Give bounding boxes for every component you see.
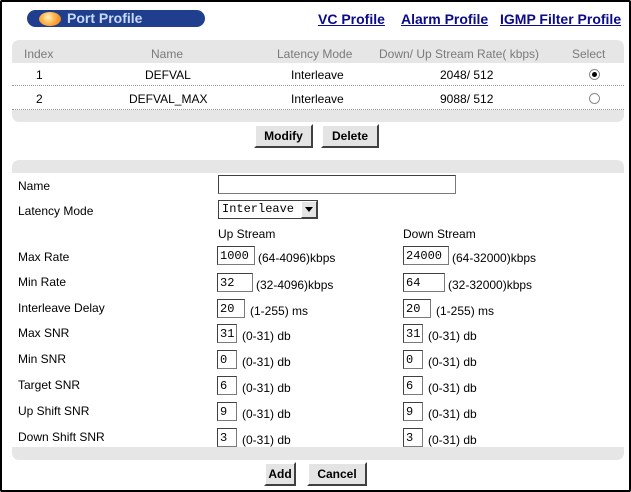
interleave-delay-up-hint: (1-255) ms [250,304,309,318]
delete-button[interactable]: Delete [321,124,379,148]
row-divider [12,109,624,110]
min-snr-down-hint: (0-31) db [428,355,477,369]
col-index: Index [24,47,54,61]
up-shift-snr-up-input[interactable] [217,402,237,421]
min-snr-down-input[interactable] [403,350,423,369]
page-title-banner: Port Profile [27,10,205,27]
down-shift-snr-down-input[interactable] [403,428,423,447]
down-shift-snr-up-hint: (0-31) db [242,433,291,447]
down-shift-snr-down-hint: (0-31) db [428,433,477,447]
col-select: Select [572,47,606,61]
latency-mode-select[interactable]: Interleave [218,200,318,219]
dropdown-arrow[interactable] [301,201,317,218]
max-snr-up-input[interactable] [217,324,237,343]
up-shift-snr-up-hint: (0-31) db [242,407,291,421]
target-snr-down-hint: (0-31) db [428,381,477,395]
min-snr-up-hint: (0-31) db [242,355,291,369]
down-stream-header: Down Stream [403,227,476,241]
select-radio-2[interactable] [589,93,600,104]
interleave-delay-up-input[interactable] [217,299,245,318]
add-button[interactable]: Add [264,462,296,486]
max-rate-down-input[interactable] [403,246,449,265]
max-rate-up-input[interactable] [217,246,255,265]
up-shift-snr-label: Up Shift SNR [18,404,90,418]
alarm-profile-link[interactable]: Alarm Profile [401,11,488,27]
max-snr-label: Max SNR [18,326,70,340]
max-rate-label: Max Rate [18,250,70,264]
select-radio-1[interactable] [589,69,600,80]
max-rate-up-hint: (64-4096)kbps [258,251,336,265]
min-snr-label: Min SNR [18,352,67,366]
max-snr-up-hint: (0-31) db [242,329,291,343]
chevron-down-icon [305,207,313,212]
interleave-delay-down-input[interactable] [403,299,431,318]
row-rate: 9088/ 512 [440,92,494,106]
page-title: Port Profile [67,10,143,26]
min-snr-up-input[interactable] [217,350,237,369]
down-shift-snr-label: Down Shift SNR [18,430,105,444]
min-rate-down-hint: (32-32000)kbps [448,278,533,292]
max-snr-down-input[interactable] [403,324,423,343]
igmp-filter-profile-link[interactable]: IGMP Filter Profile [500,11,621,27]
modify-button[interactable]: Modify [254,124,313,148]
name-input[interactable] [218,175,456,194]
orb-icon [39,12,61,26]
row-rate: 2048/ 512 [440,68,494,82]
latency-mode-label: Latency Mode [18,204,94,218]
min-rate-label: Min Rate [18,275,67,289]
row-latency: Interleave [291,68,344,82]
latency-mode-value: Interleave [222,202,295,216]
interleave-delay-label: Interleave Delay [18,301,105,315]
cancel-button[interactable]: Cancel [307,462,367,486]
row-latency: Interleave [291,92,344,106]
vc-profile-link[interactable]: VC Profile [318,11,385,27]
target-snr-label: Target SNR [18,378,81,392]
up-shift-snr-down-hint: (0-31) db [428,407,477,421]
target-snr-down-input[interactable] [403,376,423,395]
min-rate-down-input[interactable] [403,273,445,292]
max-snr-down-hint: (0-31) db [428,329,477,343]
col-rate: Down/ Up Stream Rate( kbps) [379,47,540,61]
down-shift-snr-up-input[interactable] [217,428,237,447]
col-latency-mode: Latency Mode [277,47,353,61]
row-divider [12,85,624,86]
interleave-delay-down-hint: (1-255) ms [436,304,495,318]
row-index: 2 [36,92,43,106]
up-stream-header: Up Stream [218,227,276,241]
col-name: Name [151,47,184,61]
max-rate-down-hint: (64-32000)kbps [452,251,537,265]
row-name: DEFVAL_MAX [129,92,208,106]
min-rate-up-input[interactable] [217,273,253,292]
up-shift-snr-down-input[interactable] [403,402,423,421]
min-rate-up-hint: (32-4096)kbps [256,278,334,292]
target-snr-up-hint: (0-31) db [242,381,291,395]
row-name: DEFVAL [145,68,191,82]
row-index: 1 [36,68,43,82]
name-label: Name [18,179,51,193]
target-snr-up-input[interactable] [217,376,237,395]
